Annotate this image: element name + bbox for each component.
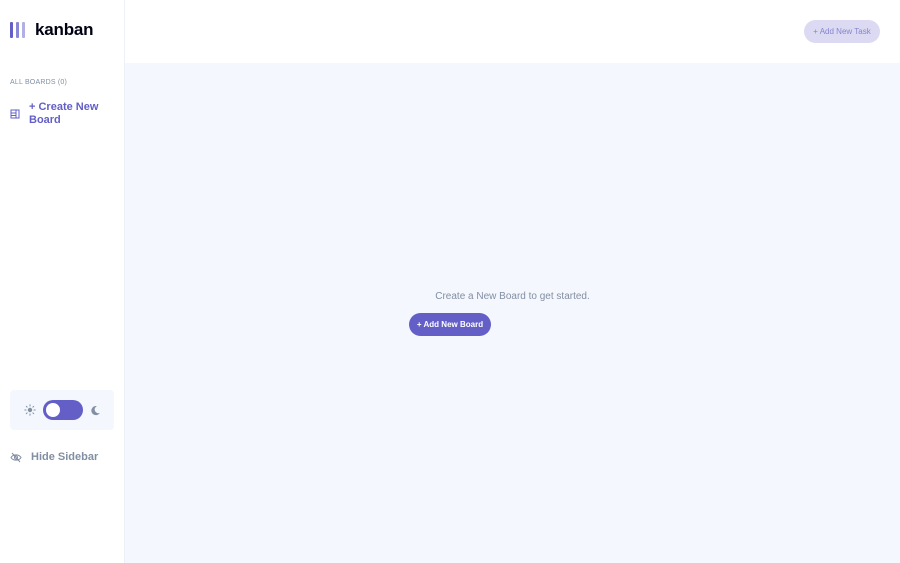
- kanban-app: kanban ALL BOARDS (0) + Create New Board: [0, 0, 900, 563]
- board-area: Create a New Board to get started. + Add…: [125, 63, 900, 563]
- logo-bars-icon: [10, 22, 25, 38]
- add-new-task-label: + Add New Task: [813, 27, 871, 36]
- top-header: + Add New Task: [125, 0, 900, 63]
- eye-slash-icon: [10, 452, 22, 462]
- boards-heading: ALL BOARDS (0): [10, 79, 68, 86]
- create-board-label: + Create New Board: [29, 101, 99, 126]
- sun-icon: [23, 404, 36, 416]
- create-board-button[interactable]: + Create New Board: [10, 101, 107, 127]
- toggle-knob: [45, 403, 60, 417]
- theme-switcher: [10, 390, 114, 430]
- moon-icon: [90, 405, 100, 415]
- theme-toggle[interactable]: [42, 400, 83, 420]
- logo: kanban: [10, 20, 94, 40]
- hide-sidebar-button[interactable]: Hide Sidebar: [10, 451, 98, 463]
- logo-text: kanban: [35, 20, 94, 39]
- empty-state-message: Create a New Board to get started.: [435, 291, 590, 302]
- add-new-board-button[interactable]: + Add New Board: [409, 313, 491, 336]
- sidebar: kanban ALL BOARDS (0) + Create New Board: [0, 0, 125, 563]
- board-icon: [10, 109, 20, 119]
- add-new-task-button[interactable]: + Add New Task: [804, 20, 880, 43]
- hide-sidebar-label: Hide Sidebar: [31, 451, 99, 463]
